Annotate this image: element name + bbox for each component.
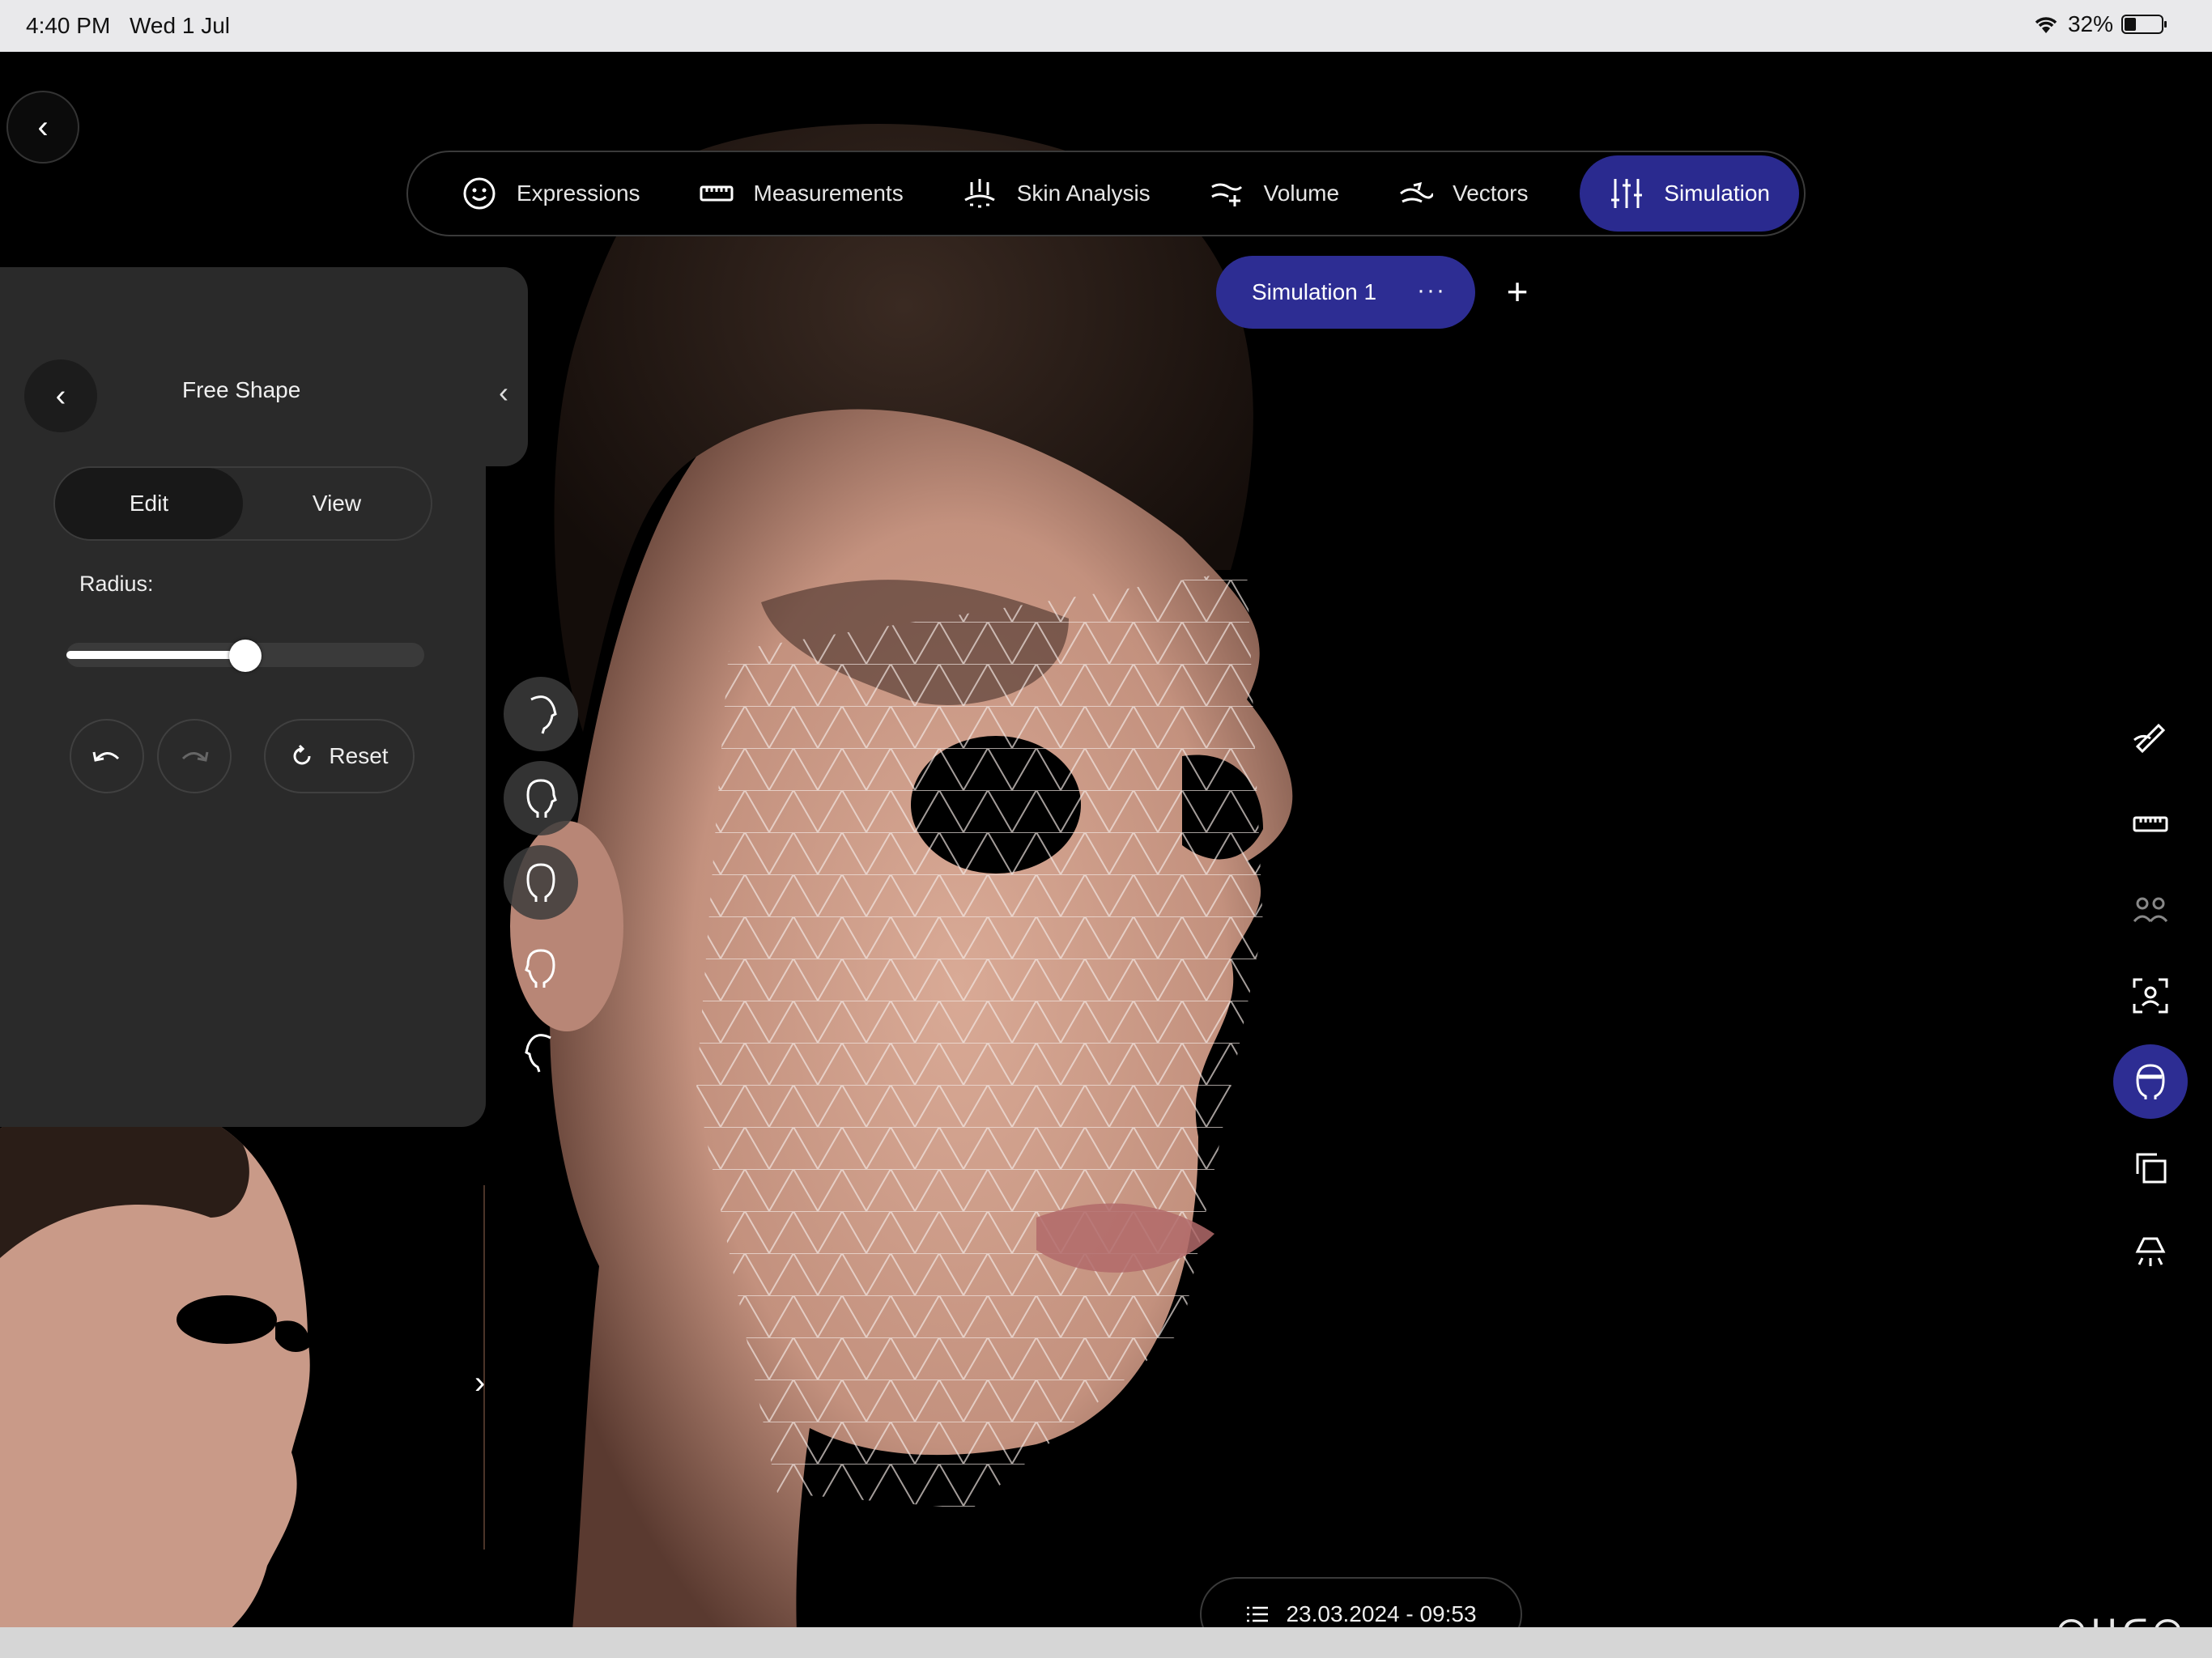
ruler-icon [2133, 816, 2168, 832]
status-time: 4:40 PM [26, 13, 111, 38]
simulation-tab[interactable]: Simulation 1 ··· [1216, 256, 1475, 329]
tab-label: Vectors [1453, 181, 1529, 206]
top-navigation: Expressions Measurements Skin Analysis V… [406, 151, 1806, 236]
simulation-label: Simulation 1 [1252, 279, 1377, 304]
skin-analysis-icon [963, 179, 995, 208]
segment-view[interactable]: View [243, 468, 431, 539]
tool-focus-button[interactable] [2113, 959, 2188, 1033]
session-date-button[interactable]: 23.03.2024 - 09:53 [1200, 1577, 1522, 1627]
tab-label: Skin Analysis [1016, 181, 1151, 206]
brand-logo: ᗩᑌᑕᗩ [2057, 1613, 2187, 1627]
list-icon [1247, 1606, 1269, 1622]
head-left-profile-icon [525, 1034, 551, 1073]
battery-icon [2121, 15, 2167, 34]
panel-title: Free Shape [182, 377, 301, 402]
wifi-icon [2035, 17, 2057, 33]
session-date: 23.03.2024 - 09:53 [1286, 1601, 1477, 1626]
battery-level [2125, 18, 2136, 31]
more-options-icon[interactable]: ··· [1417, 277, 1446, 304]
tab-label: Simulation [1664, 181, 1770, 206]
view-right-profile-button[interactable] [504, 677, 578, 751]
redo-button[interactable] [157, 719, 232, 793]
vectors-icon [1400, 181, 1434, 203]
head-left-oblique-icon [525, 949, 555, 988]
view-left-profile-button[interactable] [504, 1015, 578, 1090]
status-right: 32% [2032, 11, 2167, 37]
radius-slider-handle[interactable] [229, 640, 262, 672]
status-date: Wed 1 Jul [130, 13, 230, 38]
undo-button[interactable] [70, 719, 144, 793]
tab-expressions[interactable]: Expressions [432, 155, 670, 232]
duplicate-icon [2136, 1153, 2167, 1184]
lamp-icon [2135, 1237, 2166, 1266]
edit-view-toggle: Edit View [53, 466, 432, 541]
tool-duplicate-button[interactable] [2113, 1130, 2188, 1205]
head-right-oblique-icon [526, 779, 557, 818]
tool-face-mask-button[interactable] [2113, 1044, 2188, 1119]
tab-skin-analysis[interactable]: Skin Analysis [933, 155, 1180, 232]
tool-compare-button[interactable] [2113, 873, 2188, 947]
compare-people-icon [2133, 897, 2168, 923]
head-front-icon [526, 863, 555, 902]
tab-measurements[interactable]: Measurements [670, 155, 933, 232]
view-front-button[interactable] [504, 845, 578, 920]
redo-icon [181, 751, 209, 762]
undo-icon [92, 751, 120, 762]
tab-label: Volume [1263, 181, 1340, 206]
back-button[interactable]: ‹ [6, 91, 79, 164]
head-right-profile-icon [530, 695, 557, 734]
radius-label: Radius: [79, 572, 154, 596]
add-simulation-button[interactable]: + [1496, 270, 1538, 312]
tool-annotate-button[interactable] [2113, 701, 2188, 776]
volume-icon [1210, 183, 1242, 206]
segment-edit[interactable]: Edit [55, 468, 243, 539]
reset-icon [293, 744, 311, 765]
annotate-icon [2133, 723, 2166, 754]
smiley-icon [463, 177, 496, 210]
ruler-icon [700, 185, 734, 202]
collapse-panel-button[interactable]: ‹ [499, 376, 508, 410]
expand-thumbnail-button[interactable]: › [474, 1365, 485, 1401]
panel-back-button[interactable]: ‹ [24, 359, 97, 432]
battery-percent: 32% [2067, 11, 2113, 36]
tab-volume[interactable]: Volume [1180, 155, 1368, 232]
radius-slider-fill [66, 651, 245, 659]
tab-label: Expressions [517, 181, 640, 206]
sliders-icon [1611, 179, 1643, 208]
tab-label: Measurements [753, 181, 904, 206]
view-right-oblique-button[interactable] [504, 761, 578, 835]
tab-simulation[interactable]: Simulation [1580, 155, 1799, 232]
status-bar: 4:40 PM Wed 1 Jul 32% [0, 0, 2212, 52]
reset-button[interactable]: Reset [264, 719, 415, 793]
face-mask-icon [2136, 1064, 2165, 1099]
view-left-oblique-button[interactable] [504, 931, 578, 1005]
face-3d-model[interactable] [453, 117, 1619, 1627]
tool-lighting-button[interactable] [2113, 1216, 2188, 1290]
tool-ruler-button[interactable] [2113, 787, 2188, 861]
tab-vectors[interactable]: Vectors [1368, 155, 1557, 232]
home-indicator-bar [0, 1627, 2212, 1658]
viewer-stage[interactable]: ‹ Expressions Measurements Skin Analysis… [0, 52, 2212, 1627]
face-thumbnail[interactable] [0, 1080, 340, 1627]
reset-label: Reset [329, 743, 389, 768]
face-focus-icon [2133, 978, 2168, 1014]
